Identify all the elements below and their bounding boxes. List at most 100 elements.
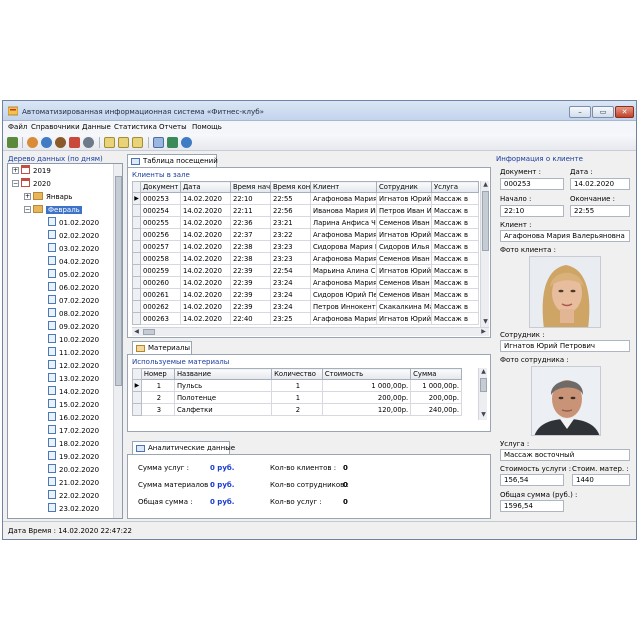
- tree-day[interactable]: 02.02.2020: [48, 230, 99, 242]
- table-row[interactable]: ▶ 1 Пульсь 1 1 000,00р. 1 000,00р.: [132, 379, 462, 392]
- table-row[interactable]: 000260 14.02.2020 22:39 23:24 Агафонова Мари…: [132, 276, 479, 289]
- books-icon[interactable]: [167, 137, 178, 148]
- scroll-thumb[interactable]: [143, 329, 155, 335]
- collapse-icon[interactable]: −: [12, 180, 19, 187]
- scroll-left-icon[interactable]: ◀: [132, 328, 141, 336]
- tree-day[interactable]: 09.02.2020: [48, 321, 99, 333]
- tree-day[interactable]: 08.02.2020: [48, 308, 99, 320]
- tab-analytics[interactable]: Аналитические данные: [132, 441, 235, 454]
- end-field[interactable]: 22:55: [570, 205, 630, 217]
- start-field[interactable]: 22:10: [500, 205, 564, 217]
- table-row[interactable]: 000261 14.02.2020 22:39 23:24 Сидоров Юрий П…: [132, 288, 479, 301]
- menu-help[interactable]: Помощь: [192, 123, 222, 131]
- column-header[interactable]: Время нач: [230, 181, 271, 193]
- tree-day[interactable]: 17.02.2020: [48, 425, 99, 437]
- staff-field[interactable]: Игнатов Юрий Петрович: [500, 340, 630, 352]
- tree-day[interactable]: 13.02.2020: [48, 373, 99, 385]
- scroll-right-icon[interactable]: ▶: [479, 328, 488, 336]
- column-header[interactable]: Сотрудник: [376, 181, 432, 193]
- table-row[interactable]: 000255 14.02.2020 22:36 23:21 Ларина Анфиса …: [132, 216, 479, 229]
- tree-day[interactable]: 14.02.2020: [48, 386, 99, 398]
- minimize-button[interactable]: –: [569, 106, 591, 118]
- scroll-down-icon[interactable]: ▼: [481, 318, 490, 326]
- scroll-up-icon[interactable]: ▲: [479, 368, 488, 376]
- service-field[interactable]: Массаж восточный: [500, 449, 630, 461]
- tree-day[interactable]: 05.02.2020: [48, 269, 99, 281]
- client-field[interactable]: Агафонова Мария Валерьяновна: [500, 230, 630, 242]
- search-icon[interactable]: [83, 137, 94, 148]
- column-header[interactable]: Количество: [271, 368, 323, 380]
- column-header[interactable]: Номер: [140, 368, 175, 380]
- column-header[interactable]: Документ: [140, 181, 181, 193]
- tree-day[interactable]: 11.02.2020: [48, 347, 99, 359]
- total-field[interactable]: 1596,54: [500, 500, 564, 512]
- column-header[interactable]: Название: [173, 368, 273, 380]
- staff-icon[interactable]: [41, 137, 52, 148]
- table-row[interactable]: 000256 14.02.2020 22:37 23:22 Агафонова Мари…: [132, 228, 479, 241]
- menu-reports[interactable]: Отчеты: [159, 123, 187, 131]
- tree-scrollbar[interactable]: [113, 164, 122, 518]
- tree-day[interactable]: 07.02.2020: [48, 295, 99, 307]
- title-bar[interactable]: Автоматизированная информационная систем…: [3, 101, 636, 121]
- tree-day[interactable]: 19.02.2020: [48, 451, 99, 463]
- maximize-button[interactable]: ▭: [592, 106, 614, 118]
- tree-day[interactable]: 23.02.2020: [48, 503, 99, 515]
- service-cost-field[interactable]: 156,54: [500, 474, 564, 486]
- column-header[interactable]: Дата: [180, 181, 231, 193]
- expand-icon[interactable]: +: [12, 167, 19, 174]
- column-header[interactable]: Услуга: [431, 181, 479, 193]
- column-header[interactable]: Клиент: [310, 181, 377, 193]
- tree-day[interactable]: 16.02.2020: [48, 412, 99, 424]
- tree-node-year[interactable]: − 2020: [12, 178, 51, 190]
- material-cost-field[interactable]: 1440: [572, 474, 630, 486]
- column-header[interactable]: Стоимость: [321, 368, 412, 380]
- tree-node-month[interactable]: − Февраль: [24, 204, 82, 216]
- tree-day[interactable]: 22.02.2020: [48, 490, 99, 502]
- settings-icon[interactable]: [69, 137, 80, 148]
- tree-day[interactable]: 20.02.2020: [48, 464, 99, 476]
- table-row[interactable]: 000257 14.02.2020 22:38 23:23 Сидорова Мария…: [132, 240, 479, 253]
- scroll-thumb[interactable]: [482, 191, 489, 251]
- tree-day[interactable]: 04.02.2020: [48, 256, 99, 268]
- table-row[interactable]: 000262 14.02.2020 22:39 23:24 Петров Иннокен…: [132, 300, 479, 313]
- table-row[interactable]: 2 Полотенце 1 200,00р. 200,00р.: [132, 391, 462, 404]
- table-row[interactable]: 000258 14.02.2020 22:38 23:23 Агафонова Мари…: [132, 252, 479, 265]
- exit-icon[interactable]: [7, 137, 18, 148]
- table-row[interactable]: 000263 14.02.2020 22:40 23:25 Агафонова Мари…: [132, 312, 479, 325]
- column-header[interactable]: Время кон: [270, 181, 311, 193]
- scroll-thumb[interactable]: [480, 378, 487, 392]
- expand-icon[interactable]: +: [24, 193, 31, 200]
- table-row[interactable]: 000254 14.02.2020 22:11 22:56 Иванова Мария …: [132, 204, 479, 217]
- tree-day[interactable]: 01.02.2020: [48, 217, 99, 229]
- tab-visits[interactable]: Таблица посещений: [127, 154, 218, 167]
- tree-node-year[interactable]: +2019: [12, 165, 51, 177]
- collapse-icon[interactable]: −: [24, 206, 31, 213]
- menu-statistics[interactable]: Статистика: [114, 123, 157, 131]
- menu-data[interactable]: Данные: [82, 123, 111, 131]
- user-icon[interactable]: [181, 137, 192, 148]
- materials-vscrollbar[interactable]: ▲ ▼: [478, 368, 487, 420]
- scroll-down-icon[interactable]: ▼: [479, 411, 488, 419]
- column-header[interactable]: Сумма: [410, 368, 462, 380]
- report-icon[interactable]: [118, 137, 129, 148]
- tree-node-month[interactable]: + Январь: [24, 191, 72, 203]
- report-icon[interactable]: [132, 137, 143, 148]
- tree-day[interactable]: 06.02.2020: [48, 282, 99, 294]
- table-row[interactable]: 000259 14.02.2020 22:39 22:54 Марьина Алина …: [132, 264, 479, 277]
- tree-day[interactable]: 21.02.2020: [48, 477, 99, 489]
- tab-materials[interactable]: Материалы: [132, 341, 192, 354]
- visits-hscrollbar[interactable]: ◀ ▶: [132, 327, 489, 336]
- user-icon[interactable]: [55, 137, 66, 148]
- date-field[interactable]: 14.02.2020: [570, 178, 630, 190]
- tree-day[interactable]: 12.02.2020: [48, 360, 99, 372]
- scroll-up-icon[interactable]: ▲: [481, 181, 490, 189]
- table-icon[interactable]: [153, 137, 164, 148]
- table-row[interactable]: 3 Салфетки 2 120,00р. 240,00р.: [132, 403, 462, 416]
- tree-day[interactable]: 03.02.2020: [48, 243, 99, 255]
- visits-vscrollbar[interactable]: ▲ ▼: [480, 181, 489, 327]
- scroll-thumb[interactable]: [115, 176, 122, 386]
- menu-references[interactable]: Справочники: [31, 123, 80, 131]
- close-button[interactable]: ✕: [615, 106, 634, 118]
- doc-field[interactable]: 000253: [500, 178, 564, 190]
- table-row[interactable]: ▶ 000253 14.02.2020 22:10 22:55 Агафонова Мар…: [132, 192, 479, 205]
